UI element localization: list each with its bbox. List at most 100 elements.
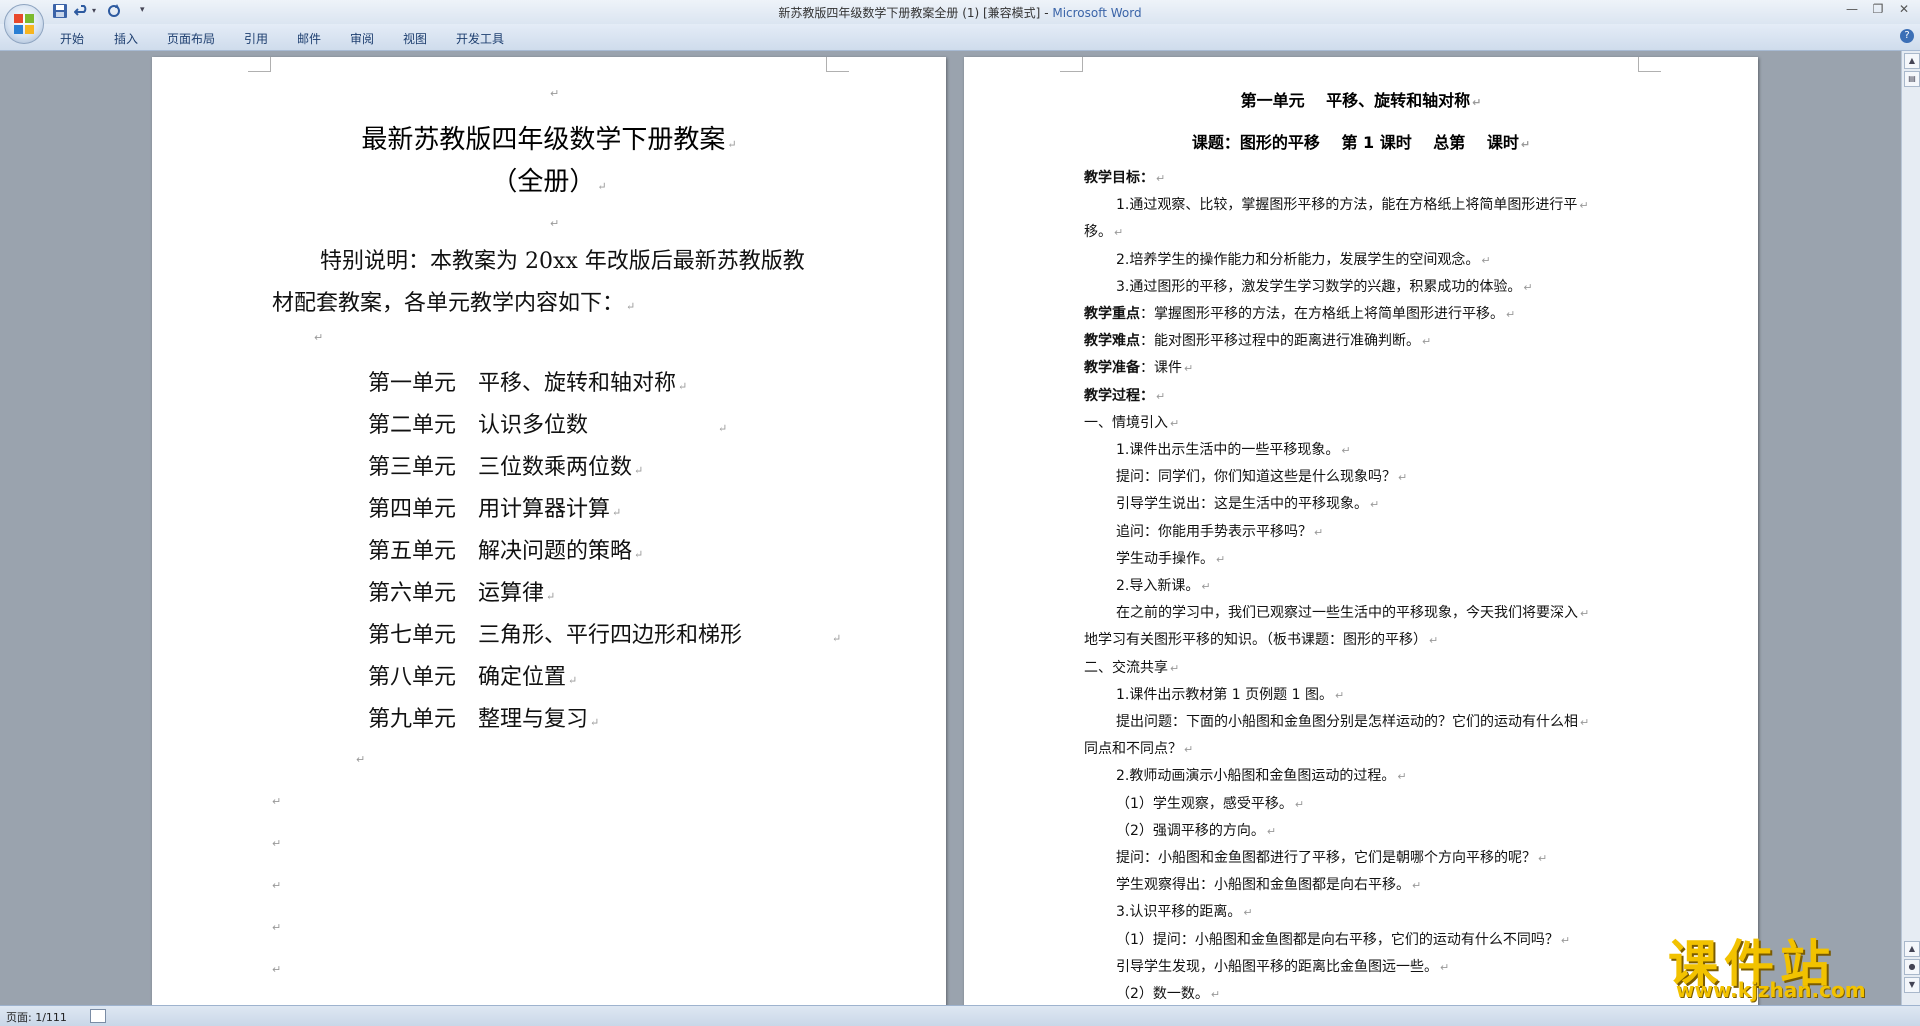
close-button[interactable]: ✕ (1892, 2, 1916, 20)
lesson-line: 二、交流共享 ↵ (1084, 657, 1179, 677)
lesson-line: 提问：小船图和金鱼图都进行了平移，它们是朝哪个方向平移的呢？ ↵ (1116, 847, 1547, 867)
unit-item-text: 第二单元 认识多位数 (368, 413, 589, 438)
paragraph-mark: ↵ (1370, 498, 1380, 512)
lesson-line-text: 学生观察得出：小船图和金鱼图都是向右平移。 (1116, 877, 1410, 894)
watermark-url: www.kjzhan.com (1676, 978, 1866, 1002)
tab-home[interactable]: 开始 (60, 30, 84, 47)
lesson-line-text: 引导学生说出：这是生活中的平移现象。 (1116, 496, 1368, 513)
tab-references[interactable]: 引用 (244, 30, 268, 47)
special-note-line: 材配套教案，各单元教学内容如下： ↵ (272, 285, 635, 317)
lesson-line: （1）学生观察，感受平移。 ↵ (1116, 793, 1304, 813)
unit-heading: 第一单元 平移、旋转和轴对称 ↵ (964, 87, 1758, 111)
paragraph-mark: ↵ (1341, 444, 1351, 457)
lesson-line-text: 移。 (1084, 224, 1112, 241)
lesson-line-text: ：能对图形平移过程中的距离进行准确判断。 (1140, 333, 1420, 350)
lesson-line: 教学重点：掌握图形平移的方法，在方格纸上将简单图形进行平移。 ↵ (1084, 303, 1515, 323)
lesson-line: 学生动手操作。 ↵ (1116, 548, 1225, 568)
paragraph-mark: ↵ (272, 963, 282, 976)
margin-corner-mark (826, 57, 849, 72)
view-ruler-icon[interactable]: ▤ (1904, 71, 1920, 87)
lesson-line-text: 一、情境引入 (1084, 414, 1168, 431)
lesson-line-text: 教学过程： (1084, 387, 1154, 404)
lesson-line: 移。 ↵ (1084, 221, 1123, 241)
lesson-line-text: 二、交流共享 (1084, 659, 1168, 676)
vertical-scrollbar[interactable]: ▲ ▤ ▲ ● ▼ (1901, 51, 1920, 1005)
tab-insert[interactable]: 插入 (114, 30, 138, 47)
unit-item: 第四单元 用计算器计算 ↵ (368, 491, 621, 523)
lesson-line-label: 教学重点 (1084, 306, 1140, 322)
maximize-button[interactable]: ❐ (1866, 2, 1890, 20)
lesson-line-label: 教学准备 (1084, 360, 1140, 377)
lesson-line-label: 教学难点 (1084, 333, 1140, 350)
margin-corner-mark (248, 57, 271, 72)
margin-corner-mark (1638, 57, 1661, 72)
tab-mailings[interactable]: 邮件 (297, 30, 321, 47)
paragraph-mark: ↵ (1156, 389, 1166, 403)
paragraph-mark: ↵ (626, 300, 636, 313)
lesson-line: 3.认识平移的距离。 ↵ (1116, 901, 1253, 921)
document-title-text: 最新苏教版四年级数学下册教案 (361, 125, 726, 155)
office-button[interactable] (4, 4, 44, 44)
paragraph-mark: ↵ (1294, 797, 1305, 811)
document-subtitle: （全册） ↵ (152, 161, 946, 198)
page-count[interactable]: 页面: 1/111 (6, 1009, 67, 1025)
lesson-line-text: 教学目标： (1084, 170, 1154, 186)
tab-review[interactable]: 审阅 (350, 30, 374, 47)
paragraph-mark: ↵ (1538, 852, 1548, 865)
paragraph-mark: ↵ (1314, 525, 1324, 539)
page-1[interactable]: ↵ 最新苏教版四年级数学下册教案 ↵ （全册） ↵ ↵ 特别说明：本教案为 20xx… (152, 57, 946, 1005)
paragraph-mark: ↵ (1170, 416, 1180, 430)
paragraph-mark: ↵ (1184, 362, 1194, 376)
paragraph-mark: ↵ (1580, 716, 1590, 729)
tab-view[interactable]: 视图 (403, 30, 427, 47)
tab-developer[interactable]: 开发工具 (456, 30, 504, 47)
paragraph-mark: ↵ (1210, 988, 1221, 1001)
paragraph-mark: ↵ (1506, 308, 1516, 321)
lesson-line-text: 提问：同学们，你们知道这些是什么现象吗？ (1116, 469, 1396, 486)
unit-item: 第二单元 认识多位数 ↵ (368, 407, 727, 439)
unit-item-text: 第七单元 三角形、平行四边形和梯形 (368, 623, 743, 648)
unit-item-text: 第八单元 确定位置 (368, 665, 567, 690)
document-workspace[interactable]: ↵ 最新苏教版四年级数学下册教案 ↵ （全册） ↵ ↵ 特别说明：本教案为 20xx… (0, 51, 1901, 1005)
paragraph-mark: ↵ (1440, 960, 1450, 974)
tab-page-layout[interactable]: 页面布局 (167, 30, 215, 47)
minimize-button[interactable]: — (1840, 2, 1864, 20)
unit-heading-text: 第一单元 平移、旋转和轴对称 (1240, 91, 1471, 110)
lesson-line: 2.教师动画演示小船图和金鱼图运动的过程。 ↵ (1116, 765, 1407, 785)
lesson-line: 1.通过观察、比较，掌握图形平移的方法，能在方格纸上将简单图形进行平 ↵ (1116, 194, 1589, 214)
unit-item-text: 第四单元 用计算器计算 (368, 497, 611, 522)
paragraph-mark: ↵ (1429, 634, 1439, 648)
select-browse-object-icon[interactable]: ● (1904, 959, 1920, 975)
paragraph-mark: ↵ (1422, 335, 1432, 349)
lesson-line: 学生观察得出：小船图和金鱼图都是向右平移。 ↵ (1116, 874, 1421, 894)
lesson-line-text: 3.通过图形的平移，激发学生学习数学的兴趣，积累成功的体验。 (1116, 278, 1522, 295)
paragraph-mark: ↵ (1184, 743, 1194, 757)
lesson-line-text: 提问：小船图和金鱼图都进行了平移，它们是朝哪个方向平移的呢？ (1116, 850, 1536, 866)
lesson-line-text: （2）数一数。 (1116, 986, 1209, 1002)
proofing-icon[interactable] (90, 1009, 106, 1023)
lesson-line-text: ：掌握图形平移的方法，在方格纸上将简单图形进行平移。 (1140, 306, 1504, 322)
paragraph-mark: ↵ (678, 380, 688, 393)
lesson-line: 教学过程： ↵ (1084, 385, 1165, 405)
scroll-up-icon[interactable]: ▲ (1904, 53, 1920, 69)
lesson-line-text: 引导学生发现，小船图平移的距离比金鱼图远一些。 (1116, 958, 1438, 975)
paragraph-mark: ↵ (1398, 471, 1408, 485)
paragraph-mark: ↵ (1397, 770, 1407, 784)
unit-item-text: 第三单元 三位数乘两位数 (368, 455, 633, 480)
lesson-line: 2.培养学生的操作能力和分析能力，发展学生的空间观念。 ↵ (1116, 249, 1491, 269)
next-page-icon[interactable]: ▼ (1904, 977, 1920, 993)
lesson-line-text: 1.通过观察、比较，掌握图形平移的方法，能在方格纸上将简单图形进行平 (1116, 197, 1578, 214)
previous-page-icon[interactable]: ▲ (1904, 941, 1920, 957)
lesson-line-text: 在之前的学习中，我们已观察过一些生活中的平移现象，今天我们将要深入 (1116, 605, 1578, 622)
paragraph-mark: ↵ (356, 753, 366, 766)
page-2[interactable]: 第一单元 平移、旋转和轴对称 ↵ 课题：图形的平移 第 1 课时 总第 课时 ↵ 教… (964, 57, 1758, 1005)
unit-item: 第三单元 三位数乘两位数 ↵ (368, 449, 643, 481)
paragraph-mark: ↵ (1114, 226, 1124, 240)
paragraph-mark: ↵ (1156, 172, 1166, 185)
ribbon-tab-bar: 开始 插入 页面布局 引用 邮件 审阅 视图 开发工具 ? (0, 24, 1920, 51)
help-icon[interactable]: ? (1900, 29, 1914, 43)
unit-item: 第一单元 平移、旋转和轴对称 ↵ (368, 365, 687, 397)
paragraph-mark: ↵ (612, 506, 622, 519)
unit-item-text: 第九单元 整理与复习 (368, 707, 589, 732)
paragraph-mark: ↵ (1520, 138, 1531, 151)
